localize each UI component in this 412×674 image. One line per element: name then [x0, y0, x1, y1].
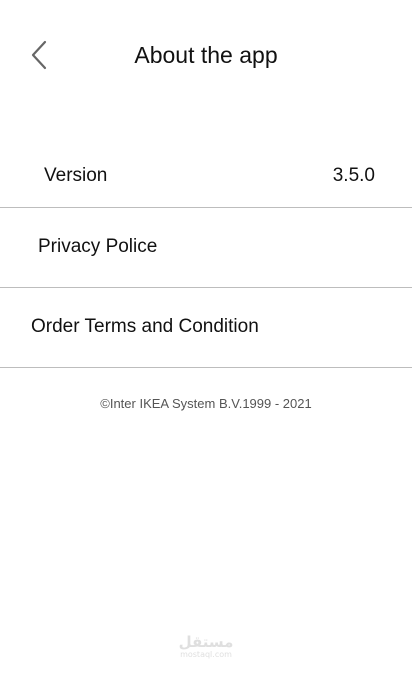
list-item-order-terms[interactable]: Order Terms and Condition — [0, 288, 412, 368]
watermark-domain: mostaql.com — [180, 650, 232, 659]
copyright-text: ©Inter IKEA System B.V.1999 - 2021 — [100, 396, 312, 411]
version-label: Version — [44, 165, 108, 186]
page-title: About the app — [134, 42, 278, 68]
list-item-version: Version 3.5.0 — [0, 137, 412, 208]
watermark-logo: مستقل mostaql.com — [172, 634, 240, 664]
order-terms-label: Order Terms and Condition — [31, 316, 259, 337]
watermark-logo-text: مستقل — [178, 633, 234, 651]
version-value: 3.5.0 — [332, 165, 375, 186]
privacy-policy-label: Privacy Police — [38, 236, 158, 257]
about-list: Version 3.5.0 Privacy Police Order Terms… — [0, 137, 412, 368]
list-item-privacy-policy[interactable]: Privacy Police — [0, 208, 412, 288]
app-header: About the app — [0, 0, 412, 112]
